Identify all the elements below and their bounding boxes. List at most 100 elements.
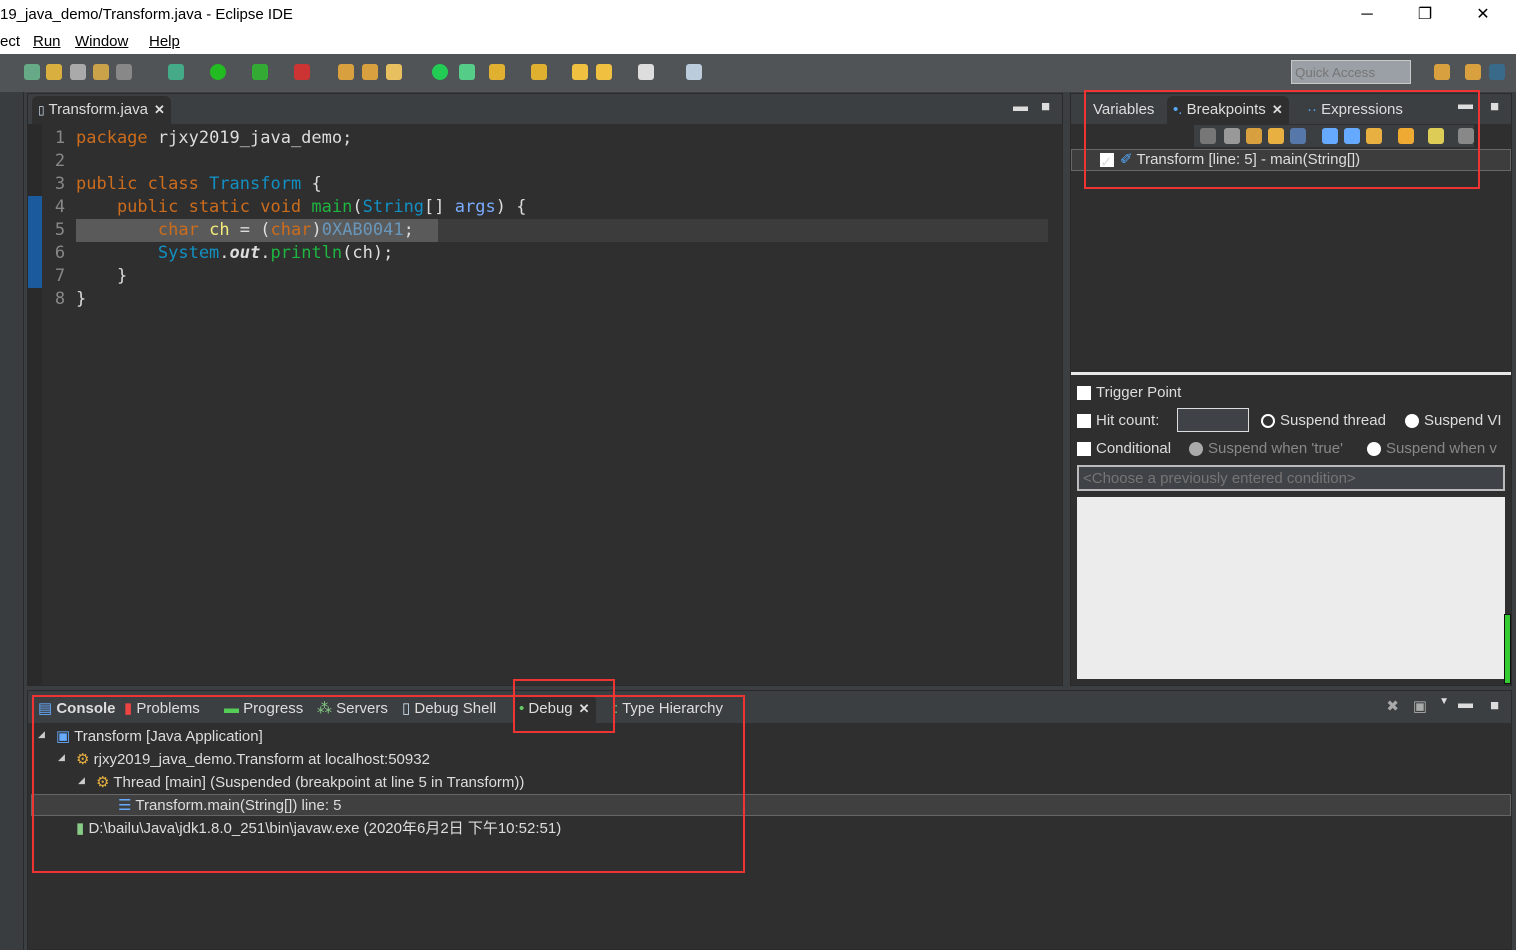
next-annotation-icon[interactable]	[489, 64, 505, 80]
debug-perspective-icon[interactable]	[1489, 64, 1505, 80]
remove-icon[interactable]	[1200, 128, 1216, 144]
code-token: Transform	[209, 174, 302, 194]
view-menu-icon[interactable]	[1458, 128, 1474, 144]
tab-progress[interactable]: ▬ Progress	[218, 695, 309, 723]
block-icon[interactable]	[116, 64, 132, 80]
view-menu-icon[interactable]: ▣	[1413, 697, 1427, 715]
splitter[interactable]	[1071, 372, 1511, 375]
code-line: package rjxy2019_java_demo;	[76, 127, 352, 150]
new-icon[interactable]	[24, 64, 40, 80]
tab-variables[interactable]: Variables	[1087, 96, 1160, 124]
forward-icon[interactable]	[638, 64, 654, 80]
tree-launch[interactable]: ▣ Transform [Java Application]	[56, 725, 263, 748]
external-tools-icon[interactable]	[294, 64, 310, 80]
resume-icon[interactable]	[432, 64, 448, 80]
code-token: ch	[209, 220, 230, 240]
debug-marker	[28, 196, 42, 288]
code-token: package	[76, 128, 148, 148]
tree-process[interactable]: ▮ D:\bailu\Java\jdk1.8.0_251\bin\javaw.e…	[76, 817, 561, 840]
suspend-thread-radio[interactable]: Suspend thread	[1261, 409, 1386, 432]
suspend-true-radio[interactable]: Suspend when 'true'	[1189, 437, 1343, 460]
show-supported-icon[interactable]	[1246, 128, 1262, 144]
tab-debug-shell[interactable]: ▯ Debug Shell	[396, 695, 502, 723]
tab-transform-java[interactable]: ▯ Transform.java ✕	[32, 96, 171, 124]
debug-target-icon: ⚙	[76, 751, 90, 768]
condition-combo[interactable]	[1077, 465, 1505, 491]
suspend-changed-radio[interactable]: Suspend when v	[1367, 437, 1497, 460]
minimize-button[interactable]: ─	[1344, 0, 1390, 30]
minimize-icon[interactable]: ▬	[1013, 98, 1028, 115]
chevron-down-icon[interactable]: ▼	[1439, 696, 1449, 707]
maximize-icon[interactable]: ■	[1490, 98, 1499, 115]
condition-editor[interactable]	[1077, 497, 1505, 679]
tab-breakpoints[interactable]: •. Breakpoints ✕	[1167, 96, 1289, 124]
coverage-icon[interactable]	[252, 64, 268, 80]
tab-type-hierarchy[interactable]: : Type Hierarchy	[608, 695, 729, 723]
code-token: 0XAB0041	[321, 220, 404, 240]
tree-vm[interactable]: ⚙ rjxy2019_java_demo.Transform at localh…	[76, 748, 430, 771]
hit-count-input[interactable]	[1177, 408, 1249, 432]
tab-expressions[interactable]: ·· Expressions	[1301, 96, 1409, 124]
process-icon: ▮	[76, 820, 85, 837]
tab-problems[interactable]: ▮ Problems	[118, 695, 206, 723]
code-token: args	[454, 197, 496, 217]
collapse-all-icon[interactable]	[1344, 128, 1360, 144]
conditional-checkbox[interactable]: Conditional	[1077, 437, 1171, 460]
tree-thread[interactable]: ⚙ Thread [main] (Suspended (breakpoint a…	[96, 771, 524, 794]
goto-file-icon[interactable]	[1268, 128, 1284, 144]
properties-icon[interactable]	[1428, 128, 1444, 144]
menu-window[interactable]: Window	[75, 30, 128, 54]
menu-help[interactable]: Help	[149, 30, 180, 54]
prev-annotation-icon[interactable]	[531, 64, 547, 80]
quick-access-input[interactable]	[1291, 60, 1411, 84]
back-icon[interactable]	[596, 64, 612, 80]
minimize-icon[interactable]: ▬	[1458, 695, 1473, 712]
java-app-icon: ▣	[56, 728, 71, 745]
line-number: 8	[54, 289, 66, 309]
expand-all-icon[interactable]	[1322, 128, 1338, 144]
trigger-point-checkbox[interactable]: Trigger Point	[1077, 381, 1181, 404]
pin-editor-icon[interactable]	[686, 64, 702, 80]
pen-icon[interactable]	[386, 64, 402, 80]
open-perspective-icon[interactable]	[1434, 64, 1450, 80]
close-button[interactable]: ✕	[1460, 0, 1506, 30]
tree-stack-frame[interactable]: ☰ Transform.main(String[]) line: 5	[118, 794, 342, 817]
menu-project[interactable]: ect	[0, 30, 20, 54]
maximize-icon[interactable]: ■	[1041, 98, 1050, 115]
wrap-icon[interactable]	[93, 64, 109, 80]
menu-bar: ect Run Window Help	[0, 30, 1516, 54]
close-icon[interactable]: ✕	[579, 701, 590, 716]
menu-run[interactable]: Run	[33, 30, 61, 54]
link-icon[interactable]	[1366, 128, 1382, 144]
highlight-icon[interactable]	[46, 64, 62, 80]
suspend-icon[interactable]	[459, 64, 475, 80]
scrollbar[interactable]	[1504, 614, 1511, 684]
minimize-icon[interactable]: ▬	[1458, 96, 1473, 113]
restore-button[interactable]: ❐	[1402, 0, 1448, 30]
remove-all-icon[interactable]	[1224, 128, 1240, 144]
tab-servers[interactable]: ⁂ Servers	[311, 695, 394, 723]
debug-icon[interactable]	[168, 64, 184, 80]
toggle-icon[interactable]	[70, 64, 86, 80]
suspend-vm-radio[interactable]: Suspend VI	[1405, 409, 1502, 432]
remove-terminated-icon[interactable]: ✖	[1386, 697, 1399, 715]
run-icon[interactable]	[210, 64, 226, 80]
code-editor[interactable]: 1 package rjxy2019_java_demo; 2 3 public cla…	[28, 124, 1062, 685]
thread-suspended-icon: ⚙	[96, 774, 110, 791]
hit-count-checkbox[interactable]: Hit count:	[1077, 409, 1159, 432]
close-icon[interactable]: ✕	[1272, 102, 1283, 117]
open-folder-icon[interactable]	[338, 64, 354, 80]
maximize-icon[interactable]: ■	[1490, 697, 1499, 714]
tab-debug[interactable]: • Debug ✕	[513, 695, 596, 723]
skip-all-icon[interactable]	[1290, 128, 1306, 144]
breakpoint-checkbox[interactable]: ✓	[1100, 153, 1114, 171]
close-icon[interactable]: ✕	[154, 102, 165, 117]
exception-icon[interactable]	[1398, 128, 1414, 144]
tab-console[interactable]: ▤ Console	[32, 695, 122, 723]
breakpoint-row[interactable]: ✓ ✐ Transform [line: 5] - main(String[])	[1071, 149, 1511, 171]
editor-panel: ▯ Transform.java ✕ ▬ ■ 1 package rjxy2019_…	[27, 93, 1063, 686]
last-edit-icon[interactable]	[572, 64, 588, 80]
open-type-icon[interactable]	[362, 64, 378, 80]
java-perspective-icon[interactable]	[1465, 64, 1481, 80]
